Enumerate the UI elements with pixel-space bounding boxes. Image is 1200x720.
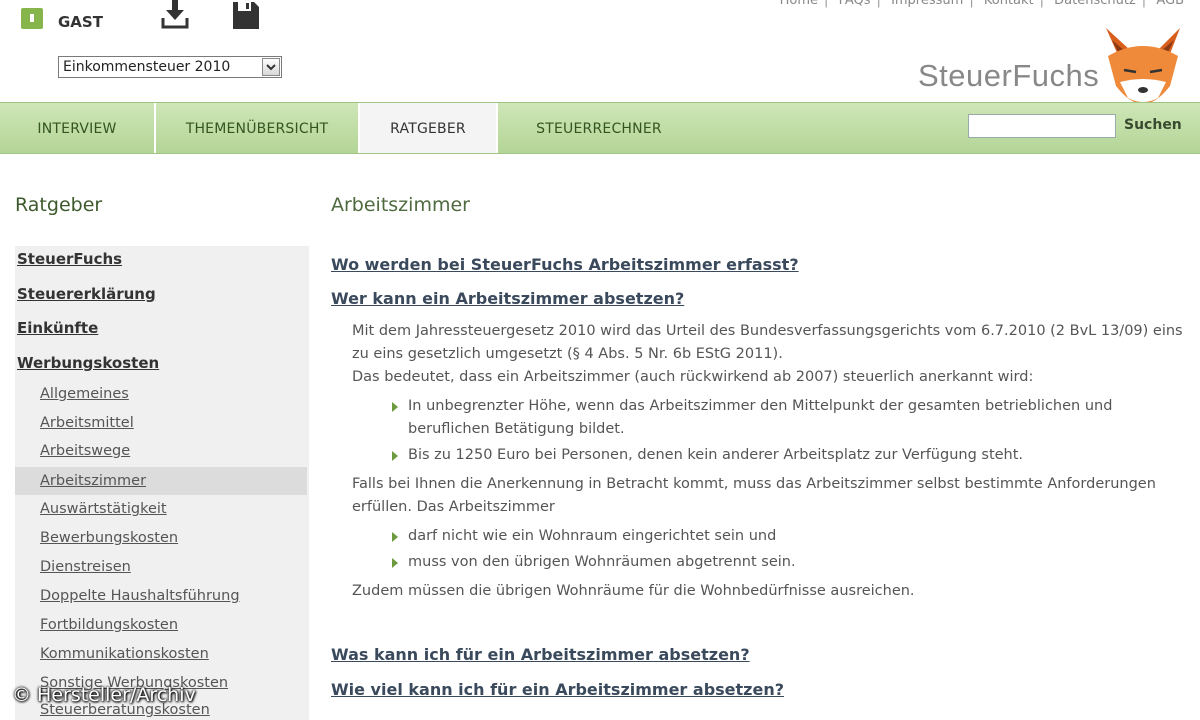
- toplink-datenschutz[interactable]: Datenschutz: [1054, 0, 1136, 8]
- toplink-impressum[interactable]: Impressum: [891, 0, 963, 8]
- faq-link-wie-viel-absetzen[interactable]: Wie viel kann ich für ein Arbeitszimmer …: [331, 680, 784, 699]
- toplink-home[interactable]: Home: [780, 0, 818, 8]
- sidebar-title: Ratgeber: [15, 194, 103, 216]
- tab-themenuebersicht[interactable]: THEMENÜBERSICHT: [156, 103, 360, 153]
- chevron-down-icon[interactable]: [262, 58, 280, 76]
- list-item: In unbegrenzter Höhe, wenn das Arbeitszi…: [388, 395, 1184, 441]
- tab-steuerrechner[interactable]: STEUERRECHNER: [498, 103, 700, 153]
- top-links: Home | FAQs | Impressum | Kontakt | Datensch…: [780, 0, 1184, 8]
- search-input[interactable]: [968, 114, 1116, 138]
- answer-paragraph: Das bedeutet, dass ein Arbeitszimmer (au…: [352, 369, 1034, 385]
- sidebar-item-steuererklaerung[interactable]: Steuererklärung: [17, 285, 156, 303]
- toplink-agb[interactable]: AGB: [1156, 0, 1184, 8]
- faq-link-wo-erfasst[interactable]: Wo werden bei SteuerFuchs Arbeitszimmer …: [331, 255, 799, 274]
- bullet-icon: [392, 558, 398, 568]
- sidebar-sub-bewerbungskosten[interactable]: Bewerbungskosten: [40, 530, 178, 546]
- sidebar-sub-kommunikationskosten[interactable]: Kommunikationskosten: [40, 646, 209, 662]
- bullet-icon: [392, 532, 398, 542]
- download-icon[interactable]: [160, 0, 190, 30]
- tab-ratgeber[interactable]: RATGEBER: [360, 103, 498, 153]
- toplink-kontakt[interactable]: Kontakt: [984, 0, 1034, 8]
- sidebar-sub-arbeitswege[interactable]: Arbeitswege: [40, 443, 130, 459]
- fox-logo: [1106, 28, 1180, 104]
- year-select[interactable]: Einkommensteuer 2010: [58, 56, 282, 78]
- sidebar-sub-doppelte-haushaltsfuehrung[interactable]: Doppelte Haushaltsführung: [40, 588, 240, 604]
- header: GAST Einkommensteuer 2010 Home | FAQs | Im…: [0, 0, 1200, 104]
- answer-paragraph: Zudem müssen die übrigen Wohnräume für d…: [352, 583, 915, 599]
- logo-text: SteuerFuchs: [918, 58, 1100, 93]
- sidebar-sub-allgemeines[interactable]: Allgemeines: [40, 386, 129, 402]
- answer-paragraph: Mit dem Jahressteuergesetz 2010 wird das…: [352, 323, 1183, 362]
- copyright-overlay: © Hersteller/Archiv: [12, 684, 196, 706]
- faq-link-wer-absetzen[interactable]: Wer kann ein Arbeitszimmer absetzen?: [331, 289, 684, 308]
- sidebar-sub-dienstreisen[interactable]: Dienstreisen: [40, 559, 131, 575]
- main-nav: INTERVIEW THEMENÜBERSICHT RATGEBER STEUE…: [0, 102, 1200, 154]
- year-select-value: Einkommensteuer 2010: [63, 59, 231, 75]
- sidebar-sub-fortbildungskosten[interactable]: Fortbildungskosten: [40, 617, 178, 633]
- tab-interview[interactable]: INTERVIEW: [0, 103, 156, 153]
- page-title: Arbeitszimmer: [331, 194, 470, 216]
- toplink-faqs[interactable]: FAQs: [839, 0, 871, 8]
- answer-paragraph: Falls bei Ihnen die Anerkennung in Betra…: [352, 476, 1156, 515]
- sidebar-sub-arbeitsmittel[interactable]: Arbeitsmittel: [40, 415, 134, 431]
- list-item: muss von den übrigen Wohnräumen abgetren…: [388, 551, 1184, 574]
- list-item: darf nicht wie ein Wohnraum eingerichtet…: [388, 525, 1184, 548]
- answer-bullet-list: In unbegrenzter Höhe, wenn das Arbeitszi…: [388, 395, 1184, 467]
- answer-bullet-list: darf nicht wie ein Wohnraum eingerichtet…: [388, 525, 1184, 574]
- list-item: Bis zu 1250 Euro bei Personen, denen kei…: [388, 444, 1184, 467]
- faq-link-was-absetzen[interactable]: Was kann ich für ein Arbeitszimmer abset…: [331, 645, 750, 664]
- faq-answer: Mit dem Jahressteuergesetz 2010 wird das…: [352, 320, 1184, 603]
- sidebar-sub-auswaertstaetigkeit[interactable]: Auswärtstätigkeit: [40, 501, 167, 517]
- bullet-icon: [392, 402, 398, 412]
- sidebar: SteuerFuchs Steuererklärung Einkünfte We…: [15, 246, 309, 720]
- user-label: GAST: [58, 13, 103, 31]
- sidebar-item-steuerfuchs[interactable]: SteuerFuchs: [17, 250, 122, 268]
- bullet-icon: [392, 451, 398, 461]
- sidebar-sub-arbeitszimmer[interactable]: Arbeitszimmer: [40, 473, 146, 489]
- sidebar-item-werbungskosten[interactable]: Werbungskosten: [17, 354, 159, 372]
- lock-icon: [21, 8, 43, 29]
- save-icon[interactable]: [232, 0, 260, 30]
- search-button[interactable]: Suchen: [1124, 117, 1182, 133]
- sidebar-item-einkuenfte[interactable]: Einkünfte: [17, 319, 98, 337]
